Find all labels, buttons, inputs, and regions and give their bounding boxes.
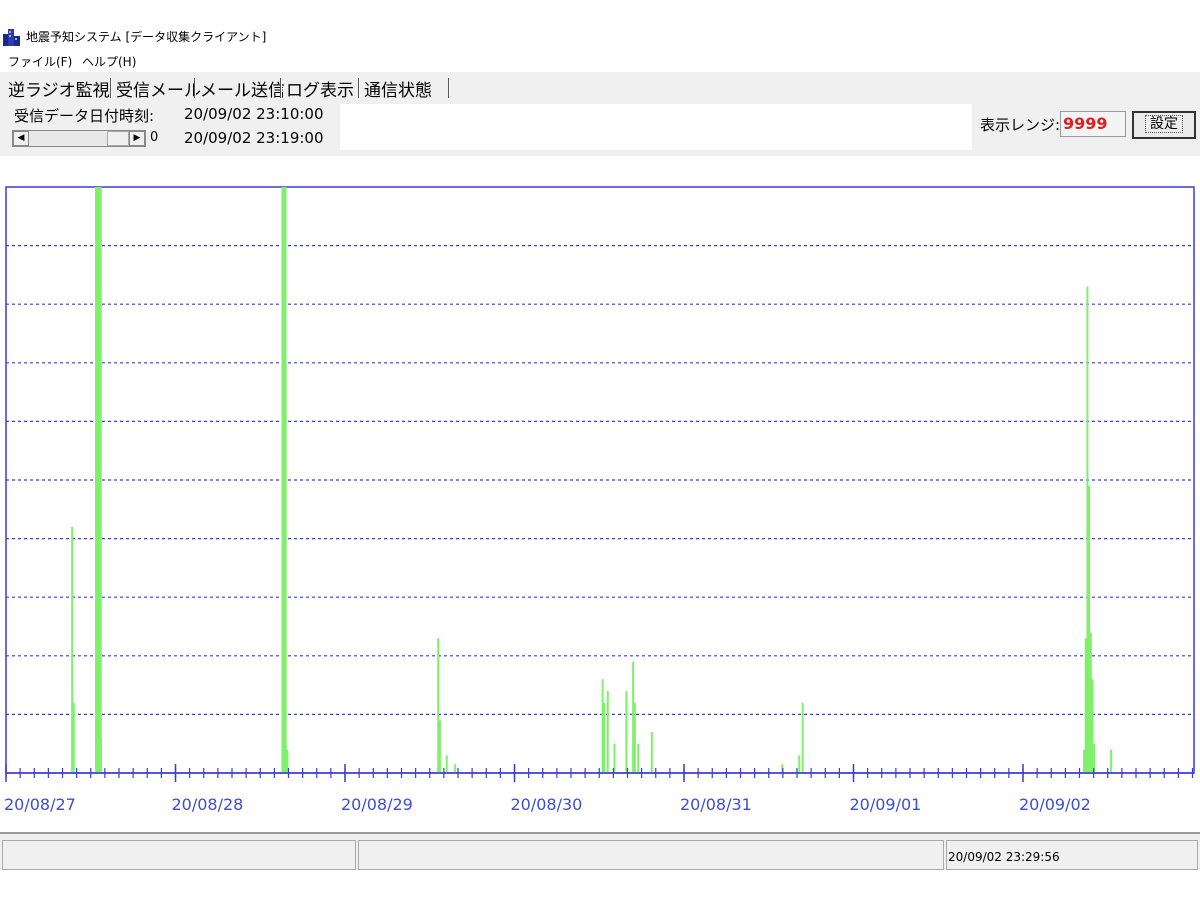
data-bar [99, 737, 102, 773]
info-blank-area [340, 104, 972, 150]
data-bar [625, 690, 628, 773]
data-bar [798, 755, 801, 773]
menu-file[interactable]: ファイル(F) [8, 53, 72, 70]
received-end-time: 20/09/02 23:19:00 [184, 129, 324, 147]
tab-separator [358, 78, 360, 98]
set-button-label: 設定 [1145, 115, 1183, 133]
tab-separator [110, 78, 112, 98]
tab-received-mail[interactable]: 受信メール [114, 76, 203, 101]
scroll-value: 0 [150, 130, 159, 145]
data-bar [454, 764, 457, 773]
tab-reverse-radio-monitor[interactable]: 逆ラジオ監視 [6, 76, 112, 101]
tab-send-mail[interactable]: メール送信 [198, 76, 287, 101]
tab-connection-status[interactable]: 通信状態 [362, 76, 434, 101]
tab-separator [280, 78, 282, 98]
status-pane-middle [358, 840, 944, 870]
tab-log-view[interactable]: ログ表示 [284, 76, 356, 101]
display-range-label: 表示レンジ: [980, 116, 1061, 134]
x-tick-label: 20/08/30 [511, 795, 583, 814]
data-bar [1110, 749, 1113, 773]
data-bar [801, 702, 804, 773]
scroll-left-icon[interactable]: ◀ [13, 131, 29, 146]
info-panel: 受信データ日付時刻: 20/09/02 23:10:00 ◀ ▶ 0 20/09… [0, 102, 1200, 156]
received-start-time: 20/09/02 23:10:00 [184, 105, 324, 123]
scroll-right-icon[interactable]: ▶ [129, 131, 145, 146]
app-buildings-icon [2, 28, 22, 46]
data-bar [650, 731, 653, 773]
tab-bar: 逆ラジオ監視 受信メール メール送信 ログ表示 通信状態 [0, 72, 1200, 102]
status-bar: 20/09/02 23:29:56 [0, 832, 1200, 870]
data-bar [445, 755, 448, 773]
window-title: 地震予知システム [データ収集クライアント] [26, 30, 267, 44]
data-bar [603, 702, 606, 773]
status-pane-left [2, 840, 356, 870]
x-tick-label: 20/09/01 [850, 795, 922, 814]
data-bar [606, 690, 609, 773]
data-bar [96, 187, 102, 773]
x-tick-label: 20/09/02 [1019, 795, 1091, 814]
scroll-thumb[interactable] [107, 131, 129, 146]
chart-canvas: 20/08/27 20/08/28 20/08/29 20/08/30 20/08/31… [4, 186, 1195, 814]
data-bar [72, 702, 75, 773]
time-scrollbar[interactable]: ◀ ▶ [12, 130, 146, 147]
x-tick-label: 20/08/31 [680, 795, 752, 814]
tab-separator [448, 78, 450, 98]
x-tick-label: 20/08/27 [4, 795, 76, 814]
x-tick-label: 20/08/29 [341, 795, 413, 814]
data-bar [438, 720, 441, 773]
set-button[interactable]: 設定 [1132, 111, 1196, 139]
received-datetime-label: 受信データ日付時刻: [14, 107, 155, 125]
status-time: 20/09/02 23:29:56 [948, 850, 1060, 864]
data-bar [637, 743, 640, 773]
data-bar [633, 702, 636, 773]
title-bar: 地震予知システム [データ収集クライアント] [0, 24, 1200, 50]
x-tick-label: 20/08/28 [172, 795, 244, 814]
menu-bar: ファイル(F) ヘルプ(H) [0, 50, 1200, 72]
menu-help[interactable]: ヘルプ(H) [82, 53, 136, 70]
data-bar [284, 362, 287, 773]
monitor-chart: 20/08/27 20/08/28 20/08/29 20/08/30 20/08/31… [0, 156, 1200, 832]
display-range-input[interactable]: 9999 [1060, 111, 1126, 137]
tab-separator [194, 78, 196, 98]
